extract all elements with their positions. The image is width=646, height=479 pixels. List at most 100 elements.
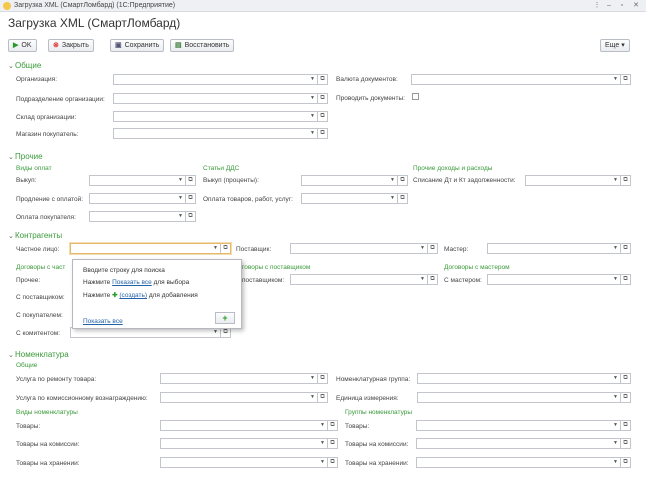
dropdown-icon: ▼ (613, 177, 618, 183)
dropdown-icon: ▼ (310, 394, 315, 400)
dropdown-icon: ▼ (320, 459, 325, 465)
chevron-down-icon: ⌄ (8, 63, 14, 70)
section-general[interactable]: ⌄Общие (8, 61, 41, 70)
extension-field[interactable]: ▼ ⧉ (89, 193, 196, 204)
goods-field[interactable]: ▼ ⧉ (160, 420, 338, 431)
supplier-label: Поставщик: (236, 246, 272, 253)
buyout-percent-label: Выкуп (проценты): (203, 177, 259, 184)
open-icon: ⧉ (620, 176, 630, 185)
open-icon: ⧉ (185, 194, 195, 203)
goods-payment-label: Оплата товаров, работ, услуг: (203, 196, 293, 203)
open-icon: ⧉ (620, 244, 630, 253)
dropdown-icon: ▼ (613, 76, 618, 82)
warehouse-field[interactable]: ▼ ⧉ (113, 111, 328, 122)
chevron-down-icon: ⌄ (8, 233, 14, 240)
person-label: Частное лицо: (16, 246, 60, 253)
goods-commission-field[interactable]: ▼ ⧉ (160, 438, 338, 449)
open-icon: ⧉ (620, 374, 630, 383)
open-icon: ⧉ (317, 75, 327, 84)
currency-field[interactable]: ▼ ⧉ (411, 74, 631, 85)
contracts-supplier-heading: говоры с поставщиком (242, 264, 311, 271)
search-hint-popup: Вводите строку для поиска Нажмите Показа… (72, 259, 242, 329)
goods-commission-label: Товары на комиссии: (16, 441, 80, 448)
commission-fee-label: Услуга по комиссионному вознаграждению: (16, 395, 148, 402)
dropdown-icon: ▼ (390, 177, 395, 183)
goods-commission2-field[interactable]: ▼ ⧉ (416, 438, 631, 449)
open-icon: ⧉ (620, 393, 630, 402)
other-contract-label: Прочее: (16, 277, 41, 284)
repair-label: Услуга по ремонту товара: (16, 376, 97, 383)
goods-payment-field[interactable]: ▼ ⧉ (301, 193, 408, 204)
open-icon: ⧉ (620, 421, 630, 430)
master-label: Мастер: (444, 246, 469, 253)
save-button[interactable]: ▣ Сохранить (110, 39, 165, 52)
close-icon: ⊗ (53, 42, 59, 49)
popup-line-select: Нажмите Показать все для выбора (83, 279, 190, 286)
close-button[interactable]: ⊗ Закрыть (48, 39, 94, 52)
open-icon: ⧉ (317, 129, 327, 138)
groups-heading: Группы номенклатуры (345, 409, 413, 416)
minimize-icon[interactable]: – (604, 1, 614, 11)
dropdown-icon: ▼ (613, 459, 618, 465)
writeoff-label: Списание Дт и Кт задолженности: (413, 177, 516, 184)
window-titlebar: Загрузка XML (СмартЛомбард) (1С:Предприя… (0, 0, 646, 12)
maximize-icon[interactable]: ▫ (617, 1, 627, 11)
kinds-heading: Виды номенклатуры (16, 409, 78, 416)
popup-show-all-bottom-link[interactable]: Показать все (83, 318, 123, 325)
person-field[interactable]: ▼ ⧉ (70, 243, 231, 254)
popup-create-link[interactable]: (создать) (119, 292, 147, 299)
section-other[interactable]: ⌄Прочие (8, 152, 43, 161)
with-commission-label: С комитентом: (16, 330, 61, 337)
dropdown-icon: ▼ (420, 276, 425, 282)
goods2-field[interactable]: ▼ ⧉ (416, 420, 631, 431)
supplier-field[interactable]: ▼ ⧉ (290, 243, 438, 254)
buyout-field[interactable]: ▼ ⧉ (89, 175, 196, 186)
goods-storage2-field[interactable]: ▼ ⧉ (416, 457, 631, 468)
popup-add-button[interactable]: + (215, 312, 235, 324)
chevron-down-icon: ⌄ (8, 352, 14, 359)
restore-button[interactable]: ▤ Восстановить (170, 39, 235, 52)
dropdown-icon: ▼ (613, 245, 618, 251)
with-supplier2-field[interactable]: ▼ ⧉ (290, 274, 438, 285)
commission-fee-field[interactable]: ▼ ⧉ (160, 392, 328, 403)
popup-show-all-link[interactable]: Показать все (112, 279, 152, 286)
app-logo-icon (3, 2, 11, 10)
buyer-payment-field[interactable]: ▼ ⧉ (89, 211, 196, 222)
open-icon: ⧉ (327, 458, 337, 467)
goods-commission2-label: Товары на комиссии: (345, 441, 409, 448)
master-field[interactable]: ▼ ⧉ (487, 243, 631, 254)
dropdown-icon: ▼ (178, 195, 183, 201)
group-field[interactable]: ▼ ⧉ (417, 373, 631, 384)
organization-field[interactable]: ▼ ⧉ (113, 74, 328, 85)
chevron-down-icon: ▾ (621, 42, 625, 49)
group-label: Номенклатурная группа: (336, 376, 411, 383)
goods-storage-label: Товары на хранении: (16, 460, 80, 467)
unit-field[interactable]: ▼ ⧉ (417, 392, 631, 403)
close-window-icon[interactable]: ✕ (631, 1, 641, 11)
contracts-person-heading: Договоры с част (16, 264, 66, 271)
open-icon: ⧉ (620, 458, 630, 467)
save-icon: ▣ (115, 42, 122, 49)
buyout-percent-field[interactable]: ▼ ⧉ (301, 175, 408, 186)
ok-button[interactable]: ▶ OK (8, 39, 37, 52)
open-icon: ⧉ (317, 374, 327, 383)
popup-hint: Вводите строку для поиска (83, 267, 165, 274)
section-counterparties[interactable]: ⌄Контрагенты (8, 231, 62, 240)
more-button[interactable]: Еще ▾ (600, 39, 630, 52)
with-supplier2-label: поставщиком: (242, 277, 285, 284)
nomenclature-general-heading: Общие (16, 362, 38, 369)
section-nomenclature[interactable]: ⌄Номенклатура (8, 350, 69, 359)
goods-storage2-label: Товары на хранении: (345, 460, 409, 467)
buyer-payment-label: Оплата покупателя: (16, 214, 76, 221)
post-docs-checkbox[interactable] (412, 93, 419, 100)
writeoff-field[interactable]: ▼ ⧉ (525, 175, 631, 186)
restore-icon: ▤ (175, 42, 182, 49)
buyer-store-field[interactable]: ▼ ⧉ (113, 128, 328, 139)
with-supplier-label: С поставщиком: (16, 294, 65, 301)
goods-storage-field[interactable]: ▼ ⧉ (160, 457, 338, 468)
with-master-field[interactable]: ▼ ⧉ (487, 274, 631, 285)
open-icon: ⧉ (317, 393, 327, 402)
repair-field[interactable]: ▼ ⧉ (160, 373, 328, 384)
window-menu-icon[interactable]: ⋮ (592, 1, 602, 11)
subdivision-field[interactable]: ▼ ⧉ (113, 93, 328, 104)
